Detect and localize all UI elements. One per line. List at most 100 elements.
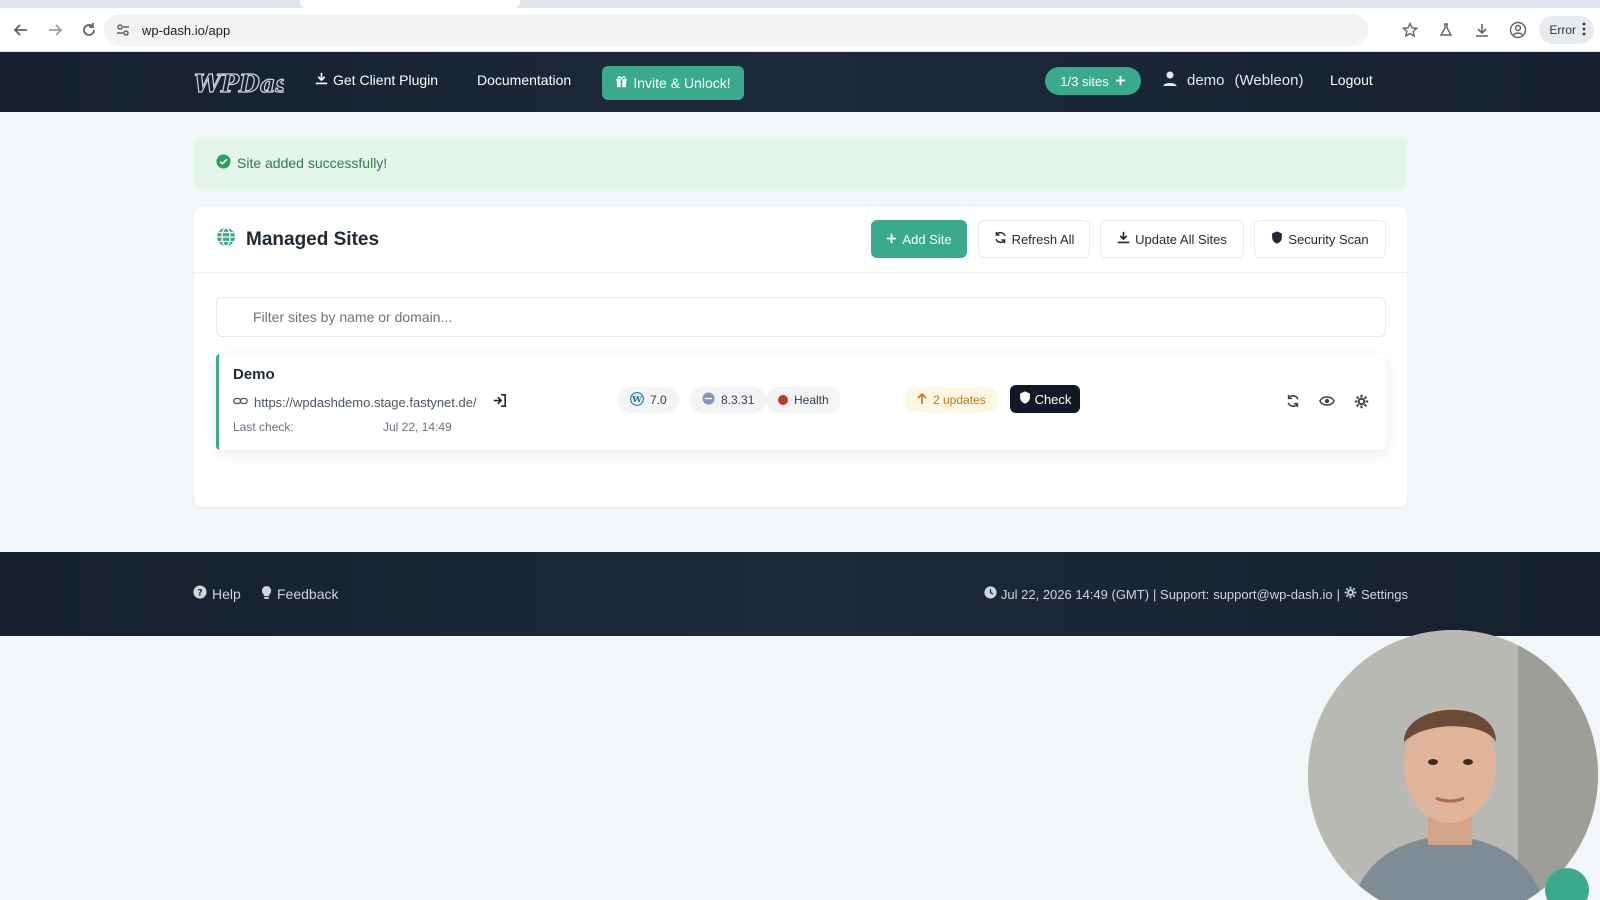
gear-icon[interactable] [1350,390,1372,412]
presenter-video [1308,630,1598,900]
svg-text:W: W [631,395,642,405]
site-name: Demo [233,366,275,383]
star-icon[interactable] [1395,15,1425,45]
tune-icon[interactable] [114,21,132,39]
last-check-label: Last check: [233,420,294,434]
flask-icon[interactable] [1431,15,1461,45]
wpdash-logo[interactable]: WPDash [192,66,307,100]
download-icon [1117,231,1130,247]
site-url[interactable]: https://wpdashdemo.stage.fastynet.de/ [254,395,477,410]
feedback-label: Feedback [277,586,339,602]
error-chip-label: Error [1549,23,1576,37]
sync-icon [994,231,1007,247]
gear-icon [1344,586,1357,602]
download-icon [315,72,328,88]
site-row: Demo https://wpdashdemo.stage.fastynet.d… [216,354,1386,450]
health-label: Health [794,393,829,407]
browser-active-tab[interactable] [300,0,520,8]
documentation-link[interactable]: Documentation [477,72,571,88]
organization: (Webleon) [1234,72,1304,89]
feedback-link[interactable]: Feedback [261,585,338,603]
user-menu[interactable]: demo (Webleon) [1163,71,1303,90]
logo-wordmark: WPDash [194,69,284,98]
alert-message: Site added successfully! [237,155,388,171]
plus-icon [886,232,897,247]
address-bar[interactable]: wp-dash.io/app [104,14,1368,46]
shield-icon [1019,391,1031,407]
profile-icon[interactable] [1503,15,1533,45]
health-badge[interactable]: Health [766,387,841,413]
support-email-link[interactable]: support@wp-dash.io [1213,587,1332,602]
lightbulb-icon [261,585,272,603]
address-url[interactable]: wp-dash.io/app [142,23,230,38]
add-site-label: Add Site [902,231,952,247]
add-site-button[interactable]: Add Site [871,220,967,258]
invite-unlock-button[interactable]: Invite & Unlock! [602,66,744,100]
footer-info: Jul 22, 2026 14:49 (GMT) | Support: supp… [984,586,1408,602]
php-version: 8.3.31 [721,393,755,407]
browser-tab-strip [0,0,1600,8]
app-footer: ? Help Feedback Jul 22, 2026 14:49 (GMT)… [0,552,1600,636]
health-status-dot [778,395,788,405]
updates-badge[interactable]: 2 updates [905,387,998,413]
back-icon[interactable] [4,13,38,47]
logout-link[interactable]: Logout [1330,72,1373,88]
gift-icon [615,75,628,91]
footer-time: Jul 22, 2026 14:49 (GMT) [1000,586,1150,602]
kebab-icon[interactable] [1582,22,1586,39]
filter-sites-field[interactable] [216,297,1386,337]
support-label: | Support: [1153,586,1210,602]
security-scan-button[interactable]: Security Scan [1254,220,1386,258]
check-security-button[interactable]: Check [1010,385,1080,413]
settings-link[interactable]: Settings [1361,587,1408,602]
refresh-all-label: Refresh All [1011,231,1075,247]
check-circle-icon [216,154,231,172]
sites-count-label: 1/3 sites [1060,73,1109,89]
eye-icon[interactable] [1316,390,1338,412]
filter-sites-input[interactable] [217,298,1385,336]
php-version-badge: 8.3.31 [690,387,767,413]
refresh-all-button[interactable]: Refresh All [978,220,1090,258]
download-icon[interactable] [1467,15,1497,45]
php-icon [702,392,715,408]
arrow-up-icon [917,392,927,408]
shield-icon [1271,231,1283,247]
card-header: Managed Sites Add Site Refresh All Updat… [194,207,1407,273]
wordpress-version-badge: W 7.0 [618,387,679,413]
forward-icon[interactable] [38,13,72,47]
sites-count-button[interactable]: 1/3 sites [1045,67,1141,95]
updates-count: 2 updates [933,393,986,407]
browser-toolbar: wp-dash.io/app Error [0,8,1600,52]
webcam-overlay [1308,630,1598,900]
globe-icon [216,227,236,253]
get-client-plugin-label: Get Client Plugin [333,72,439,88]
chat-widget-button[interactable] [1545,868,1589,900]
profile-error-chip[interactable]: Error [1539,16,1594,44]
svg-text:?: ? [197,589,202,599]
card-title: Managed Sites [216,227,379,253]
app-navbar: WPDash Get Client Plugin Documentation I… [0,52,1600,112]
check-label: Check [1034,391,1072,407]
plus-icon [1115,74,1126,89]
help-link[interactable]: ? Help [193,585,241,602]
get-client-plugin-link[interactable]: Get Client Plugin [315,72,438,88]
invite-label: Invite & Unlock! [633,75,731,91]
documentation-label: Documentation [477,72,572,88]
help-label: Help [212,585,241,602]
update-all-label: Update All Sites [1135,231,1227,247]
username: demo [1187,72,1225,89]
update-all-sites-button[interactable]: Update All Sites [1100,220,1244,258]
question-circle-icon: ? [193,585,207,602]
footer-divider: | [1336,586,1341,602]
wordpress-version: 7.0 [650,393,667,407]
reload-icon[interactable] [72,13,106,47]
security-scan-label: Security Scan [1288,231,1369,247]
link-icon [233,395,248,410]
sign-in-icon[interactable] [493,394,506,410]
card-title-text: Managed Sites [246,229,380,250]
managed-sites-card: Managed Sites Add Site Refresh All Updat… [194,207,1407,507]
sync-icon[interactable] [1282,390,1304,412]
toolbar-actions: Error [1395,8,1600,52]
success-alert: Site added successfully! [194,137,1407,189]
last-check-value: Jul 22, 14:49 [383,420,452,434]
